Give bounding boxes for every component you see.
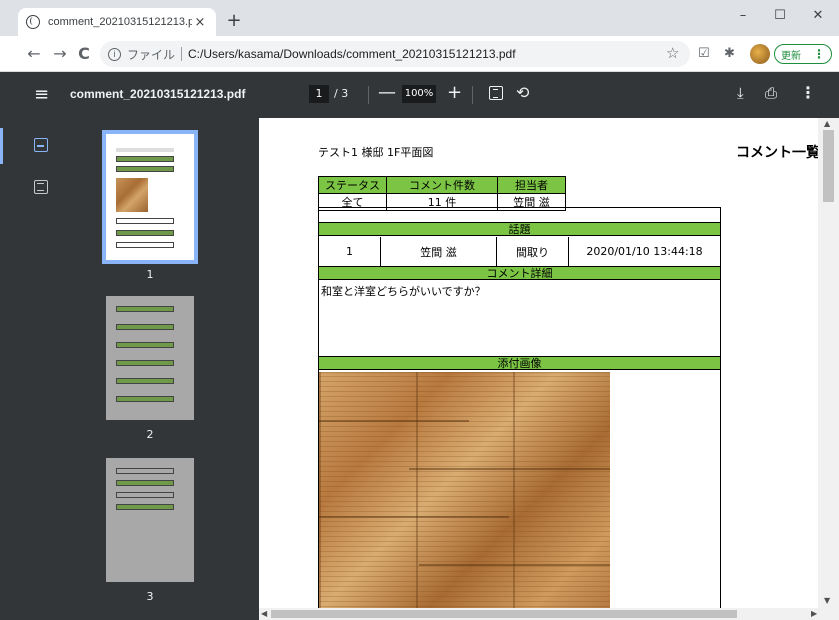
close-window-button[interactable]: ✕ — [803, 8, 833, 23]
thumbnail-line — [116, 218, 174, 224]
more-actions-icon[interactable]: ⋮ — [800, 83, 816, 102]
address-url[interactable]: C:/Users/kasama/Downloads/comment_202103… — [188, 47, 516, 61]
thumbnail-line — [116, 242, 174, 248]
update-label: 更新 — [781, 50, 801, 62]
address-scheme-label: ファイル — [127, 47, 176, 62]
minimize-button[interactable]: – — [728, 8, 758, 23]
zoom-out-button[interactable]: — — [378, 82, 396, 103]
scroll-right-arrow-icon[interactable]: ▶ — [811, 609, 817, 618]
thumbnail-line — [116, 156, 174, 162]
vertical-scrollbar[interactable]: ▲ ▼ — [818, 118, 839, 608]
scroll-up-arrow-icon[interactable]: ▲ — [824, 119, 830, 128]
thumbnail-line — [116, 306, 174, 312]
forward-button[interactable]: → — [50, 44, 70, 63]
extension-check-icon[interactable]: ☑ — [698, 46, 710, 61]
thumbnail-line — [116, 480, 174, 486]
thumbnail-image — [116, 178, 148, 212]
thumbnail-line — [116, 468, 174, 474]
toolbar-divider — [368, 86, 369, 104]
update-button[interactable]: 更新 ⋮ — [774, 44, 832, 64]
vertical-scroll-thumb[interactable] — [823, 130, 834, 202]
download-icon[interactable]: ⤓ — [737, 84, 744, 102]
comment-detail-text: 和室と洋室どちらがいいですか？ — [321, 285, 486, 298]
thumbnail-view-icon[interactable] — [34, 138, 48, 152]
horizontal-scrollbar[interactable]: ◀ ▶ — [259, 608, 839, 620]
document-viewport[interactable]: テスト1 様邸 1F平面図 コメント一覧 (1 ステータス コメント件数 担当者… — [259, 118, 839, 620]
browser-tab[interactable]: comment_20210315121213.pdf × — [18, 8, 216, 36]
comment-frame: 話題 1 笠間 滋 間取り 2020/01/10 13:44:18 コメント詳細… — [318, 207, 721, 613]
attached-image — [319, 372, 610, 612]
zoom-level-input[interactable]: 100% — [402, 85, 436, 103]
thumbnail-sidebar: 1 2 3 — [0, 118, 259, 620]
active-view-indicator — [0, 128, 3, 164]
wood-seam — [319, 420, 469, 422]
summary-header-assignee: 担当者 — [497, 176, 566, 194]
address-separator — [181, 47, 183, 61]
profile-avatar[interactable] — [750, 44, 770, 64]
page-number-input[interactable]: 1 — [309, 85, 329, 103]
maximize-button[interactable]: ☐ — [765, 8, 795, 23]
thumbnail-line — [116, 342, 174, 348]
toolbar-divider — [472, 86, 473, 104]
thumbnail-line — [116, 166, 174, 172]
bookmark-star-icon[interactable]: ☆ — [666, 44, 679, 62]
document-outline-icon[interactable] — [34, 180, 48, 194]
thumbnail-line — [116, 324, 174, 330]
sidebar-rail — [0, 118, 60, 620]
reload-button[interactable]: C — [74, 44, 94, 63]
attachment-header: 添付画像 — [319, 356, 720, 370]
topic-row: 1 笠間 滋 間取り 2020/01/10 13:44:18 — [319, 237, 720, 266]
tab-strip: comment_20210315121213.pdf × + – ☐ ✕ — [0, 0, 839, 36]
wood-seam — [409, 468, 610, 470]
rotate-icon[interactable]: ⟲ — [516, 83, 529, 102]
scroll-left-arrow-icon[interactable]: ◀ — [261, 609, 267, 618]
thumbnail-page-number: 1 — [146, 268, 154, 281]
horizontal-scroll-thumb[interactable] — [271, 610, 737, 618]
back-button[interactable]: ← — [24, 44, 44, 63]
scroll-down-arrow-icon[interactable]: ▼ — [824, 596, 830, 605]
page-thumbnail[interactable] — [106, 458, 194, 582]
extensions-puzzle-icon[interactable]: ✱ — [724, 46, 735, 61]
pdf-page: テスト1 様邸 1F平面図 コメント一覧 (1 ステータス コメント件数 担当者… — [259, 118, 839, 613]
thumbnail-page-number: 3 — [146, 590, 154, 603]
document-title: テスト1 様邸 1F平面図 — [318, 146, 434, 159]
browser-toolbar: ← → C i ファイル C:/Users/kasama/Downloads/c… — [0, 36, 839, 72]
topic-category: 間取り — [497, 237, 569, 266]
topic-header: 話題 — [319, 222, 720, 236]
fit-to-page-icon[interactable] — [489, 86, 503, 100]
thumbnail-line — [116, 396, 174, 402]
new-tab-button[interactable]: + — [224, 10, 244, 31]
sidebar-menu-icon[interactable]: ≡ — [34, 84, 49, 105]
thumbnail-line — [116, 230, 174, 236]
thumbnail-line — [116, 492, 174, 498]
info-icon[interactable]: i — [108, 47, 121, 61]
summary-header-status: ステータス — [318, 176, 387, 194]
topic-timestamp: 2020/01/10 13:44:18 — [586, 245, 703, 258]
zoom-in-button[interactable]: + — [447, 82, 462, 103]
summary-table: ステータス コメント件数 担当者 全て 11 件 笠間 滋 — [318, 176, 566, 211]
wood-seam — [319, 516, 509, 518]
page-thumbnail[interactable] — [106, 296, 194, 420]
kebab-menu-icon: ⋮ — [813, 47, 825, 61]
pdf-filename: comment_20210315121213.pdf — [70, 87, 246, 101]
topic-author: 笠間 滋 — [381, 237, 497, 266]
thumbnail-line — [116, 504, 174, 510]
detail-header: コメント詳細 — [319, 266, 720, 280]
pdf-toolbar: ≡ comment_20210315121213.pdf 1 / 3 — 100… — [0, 72, 839, 118]
page-thumbnail[interactable] — [102, 130, 198, 264]
tab-close-button[interactable]: × — [192, 15, 208, 30]
globe-icon — [26, 15, 40, 29]
wood-seam — [419, 564, 610, 566]
summary-header-count: コメント件数 — [386, 176, 498, 194]
print-icon[interactable]: ⎙ — [765, 84, 777, 102]
thumbnail-page-number: 2 — [146, 428, 154, 441]
thumbnail-line — [116, 148, 174, 152]
thumbnail-line — [116, 360, 174, 366]
thumbnail-line — [116, 378, 174, 384]
tab-title: comment_20210315121213.pdf — [48, 16, 192, 28]
topic-number: 1 — [319, 237, 381, 266]
address-bar[interactable]: i ファイル C:/Users/kasama/Downloads/comment… — [100, 41, 690, 67]
page-total: / 3 — [334, 87, 349, 100]
